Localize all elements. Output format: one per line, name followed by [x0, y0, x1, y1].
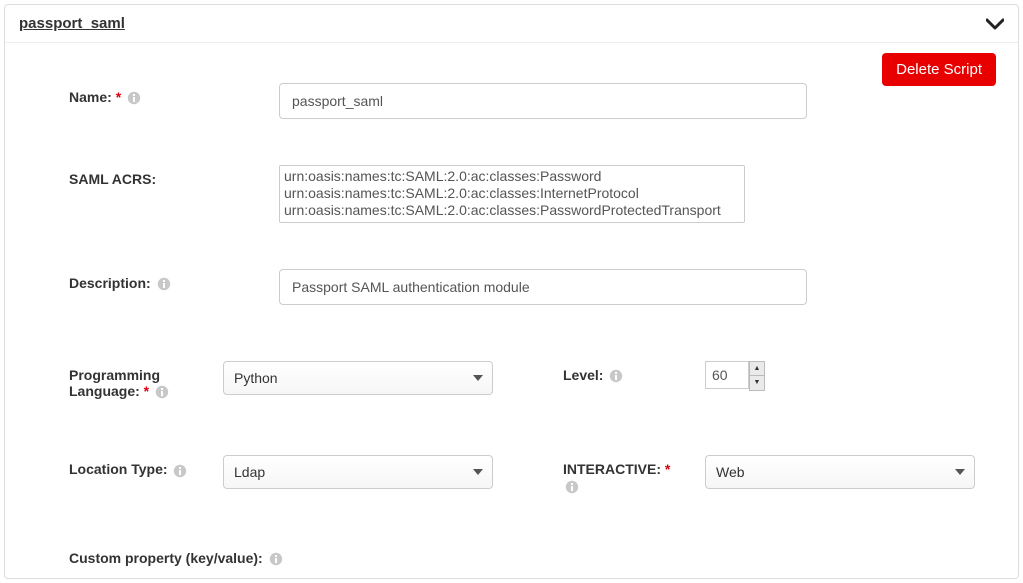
info-icon[interactable]: [609, 369, 623, 383]
level-step-up[interactable]: ▲: [750, 362, 764, 376]
required-marker: *: [144, 383, 149, 399]
label-level: Level:: [563, 361, 681, 383]
required-marker: *: [665, 461, 670, 477]
saml-acrs-option[interactable]: urn:oasis:names:tc:SAML:2.0:ac:classes:I…: [284, 185, 740, 202]
group-location-type: Location Type: Ldap: [69, 455, 493, 493]
info-icon[interactable]: [157, 277, 171, 291]
level-input[interactable]: [705, 361, 749, 389]
row-lang-level: Programming Language: * Python Level:: [69, 361, 954, 399]
saml-acrs-option[interactable]: urn:oasis:names:tc:SAML:2.0:ac:classes:P…: [284, 168, 740, 185]
label-description: Description:: [69, 269, 279, 291]
label-location-type: Location Type:: [69, 455, 199, 477]
interactive-select[interactable]: Web: [705, 455, 975, 489]
group-programming-language: Programming Language: * Python: [69, 361, 493, 399]
row-location-interactive: Location Type: Ldap INTERACTIVE: *: [69, 455, 954, 493]
location-type-select[interactable]: Ldap: [223, 455, 493, 489]
info-icon[interactable]: [269, 552, 283, 566]
panel-body: Delete Script Name: * SAML ACRS: urn:oas…: [5, 43, 1018, 578]
panel-title: passport_saml: [19, 15, 125, 32]
info-icon[interactable]: [565, 480, 579, 494]
info-icon[interactable]: [173, 464, 187, 478]
delete-script-button[interactable]: Delete Script: [882, 53, 996, 86]
description-input[interactable]: [279, 269, 807, 305]
saml-acrs-option[interactable]: urn:oasis:names:tc:SAML:2.0:ac:classes:P…: [284, 202, 740, 219]
group-interactive: INTERACTIVE: * Web: [563, 455, 975, 493]
chevron-down-icon[interactable]: [986, 18, 1004, 30]
name-input[interactable]: [279, 83, 807, 119]
row-description: Description:: [69, 269, 954, 305]
required-marker: *: [116, 89, 121, 105]
label-interactive: INTERACTIVE: *: [563, 455, 681, 493]
row-saml-acrs: SAML ACRS: urn:oasis:names:tc:SAML:2.0:a…: [69, 165, 954, 223]
saml-acrs-listbox[interactable]: urn:oasis:names:tc:SAML:2.0:ac:classes:P…: [279, 165, 745, 223]
programming-language-select[interactable]: Python: [223, 361, 493, 395]
script-panel: passport_saml Delete Script Name: * SAML…: [4, 4, 1019, 579]
level-stepper: ▲ ▼: [749, 361, 765, 391]
info-icon[interactable]: [127, 91, 141, 105]
panel-header[interactable]: passport_saml: [5, 5, 1018, 43]
label-name: Name: *: [69, 83, 279, 105]
row-name: Name: *: [69, 83, 954, 119]
label-programming-language: Programming Language: *: [69, 361, 199, 399]
label-saml-acrs: SAML ACRS:: [69, 165, 279, 187]
label-custom-property: Custom property (key/value):: [69, 550, 954, 566]
info-icon[interactable]: [155, 385, 169, 399]
group-level: Level: ▲ ▼: [563, 361, 765, 399]
level-step-down[interactable]: ▼: [750, 376, 764, 390]
